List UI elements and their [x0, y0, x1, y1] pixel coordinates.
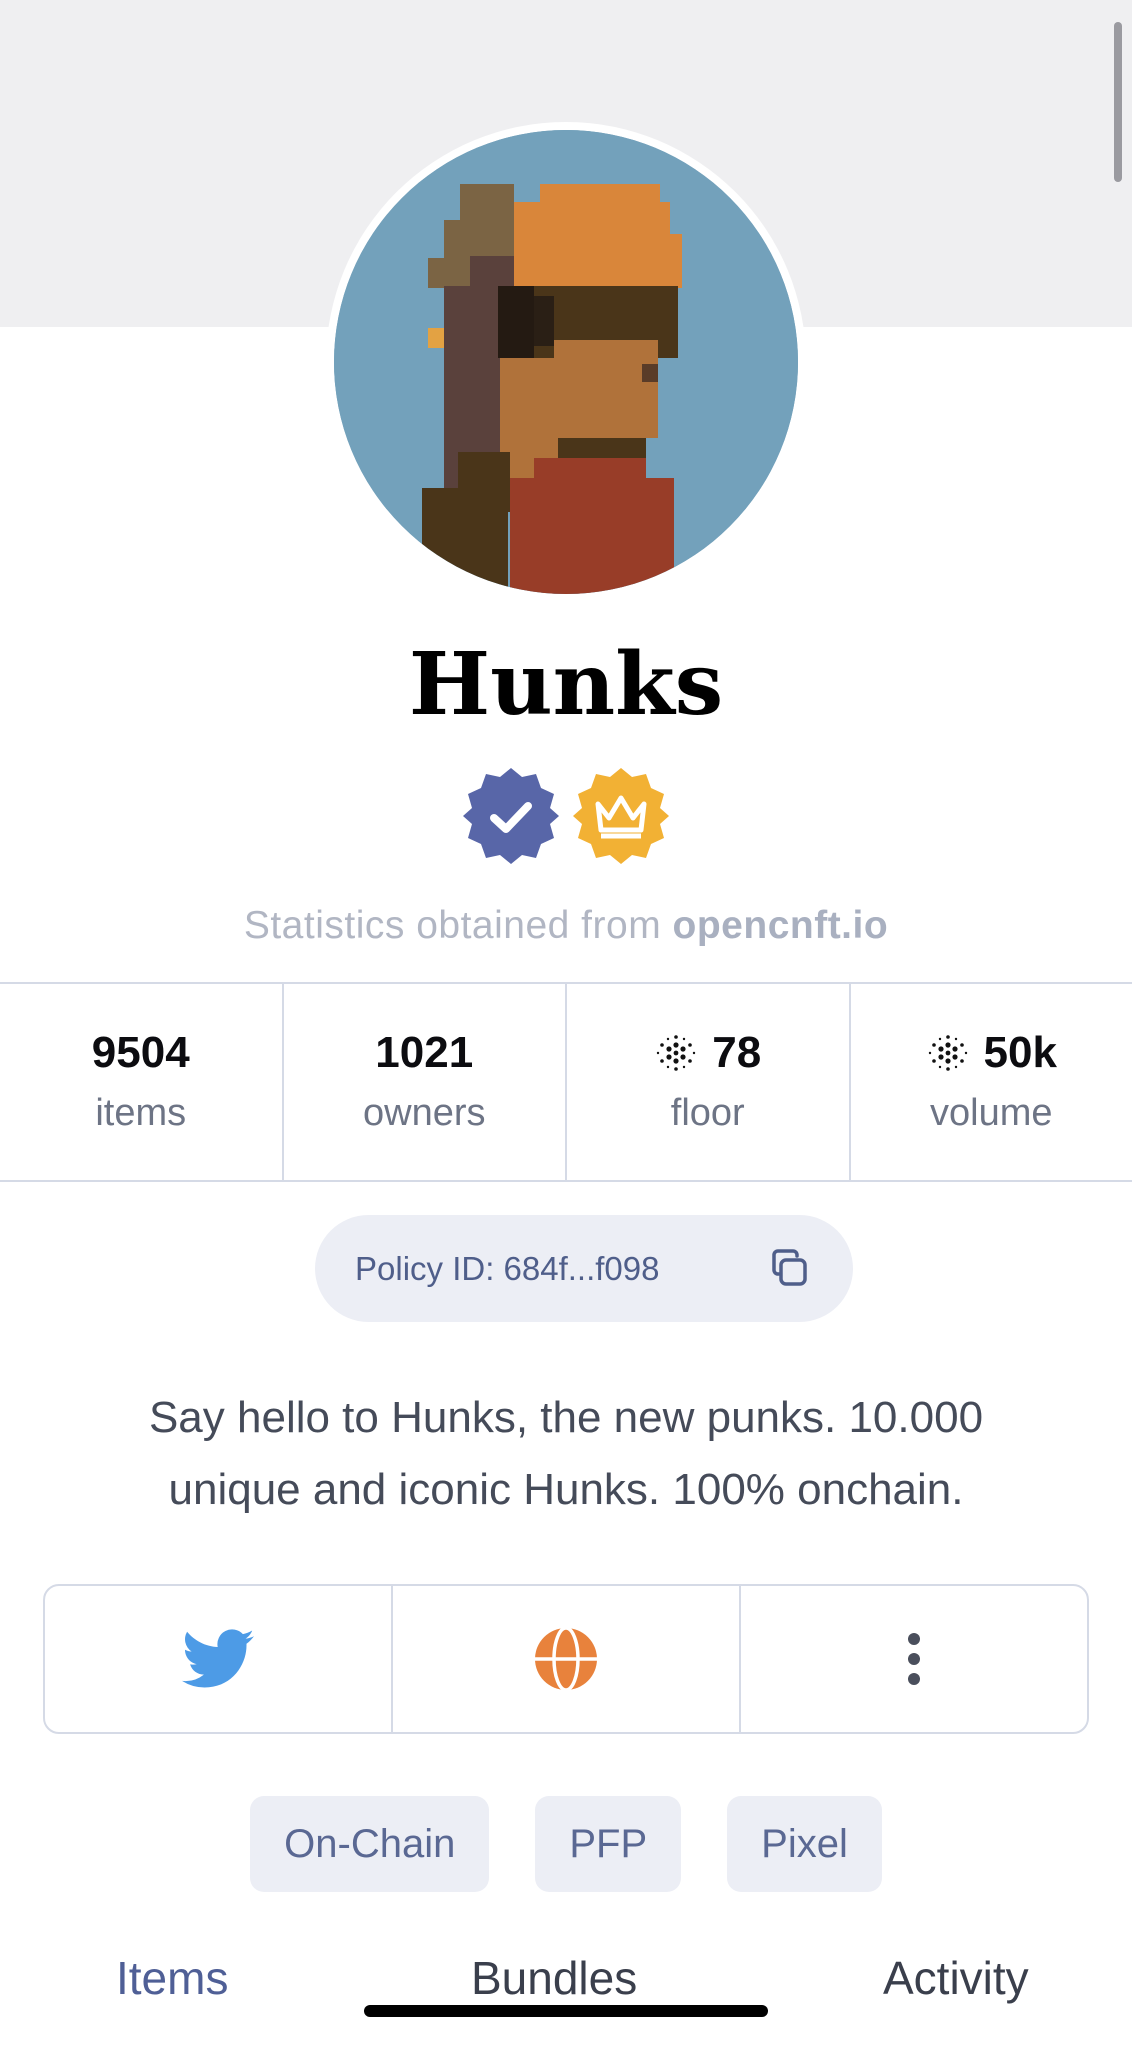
twitter-icon	[182, 1629, 254, 1688]
collection-tabs: Items Bundles Activity	[0, 1955, 1132, 2035]
tag-pfp[interactable]: PFP	[535, 1796, 682, 1892]
badge-row	[0, 766, 1132, 866]
collection-description: Say hello to Hunks, the new punks. 10.00…	[148, 1393, 984, 1514]
stat-floor: 78 floor	[567, 984, 851, 1180]
globe-icon	[535, 1627, 597, 1691]
stat-owners-label: owners	[363, 1092, 486, 1134]
stat-floor-value: 78	[712, 1028, 762, 1077]
statistics-source-note: Statistics obtained from opencnft.io	[0, 904, 1132, 948]
policy-id-button[interactable]: Policy ID: 684f...f098	[315, 1215, 853, 1322]
verified-badge-icon	[463, 768, 559, 864]
stat-floor-label: floor	[670, 1092, 745, 1134]
statistics-source-link[interactable]: opencnft.io	[673, 904, 889, 947]
tag-pixel[interactable]: Pixel	[727, 1796, 882, 1892]
crown-badge-icon	[573, 768, 669, 864]
collection-avatar	[326, 122, 806, 602]
stat-volume-label: volume	[930, 1092, 1053, 1134]
stat-volume: 50k volume	[851, 984, 1132, 1180]
policy-id-text: Policy ID: 684f...f098	[355, 1249, 660, 1287]
stat-items-label: items	[95, 1092, 187, 1134]
tab-items[interactable]: Items	[116, 1955, 228, 2001]
home-indicator[interactable]	[364, 2005, 768, 2017]
stats-bar: 9504 items 1021 owners 78 floor 50k volu…	[0, 982, 1132, 1182]
copy-icon[interactable]	[767, 1246, 813, 1292]
scrollbar[interactable]	[1114, 22, 1122, 182]
twitter-link-button[interactable]	[45, 1586, 393, 1732]
statistics-source-prefix: Statistics obtained from	[243, 904, 662, 947]
tag-list: On-Chain PFP Pixel	[0, 1796, 1132, 1892]
social-links	[43, 1584, 1089, 1734]
stat-owners-value: 1021	[375, 1028, 474, 1077]
collection-title: Hunks	[408, 634, 724, 735]
website-link-button[interactable]	[393, 1586, 741, 1732]
tab-activity[interactable]: Activity	[883, 1955, 1029, 2001]
tag-on-chain[interactable]: On-Chain	[250, 1796, 490, 1892]
stat-items-value: 9504	[91, 1028, 190, 1077]
cardano-ada-icon	[657, 1035, 696, 1071]
cardano-ada-icon	[928, 1035, 967, 1071]
stat-volume-value: 50k	[983, 1028, 1057, 1077]
more-options-button[interactable]	[741, 1586, 1087, 1732]
tab-bundles[interactable]: Bundles	[471, 1955, 637, 2001]
stat-items: 9504 items	[0, 984, 284, 1180]
stat-owners: 1021 owners	[284, 984, 567, 1180]
hunk-pixel-avatar-icon	[334, 130, 798, 594]
more-vertical-icon	[908, 1633, 920, 1685]
